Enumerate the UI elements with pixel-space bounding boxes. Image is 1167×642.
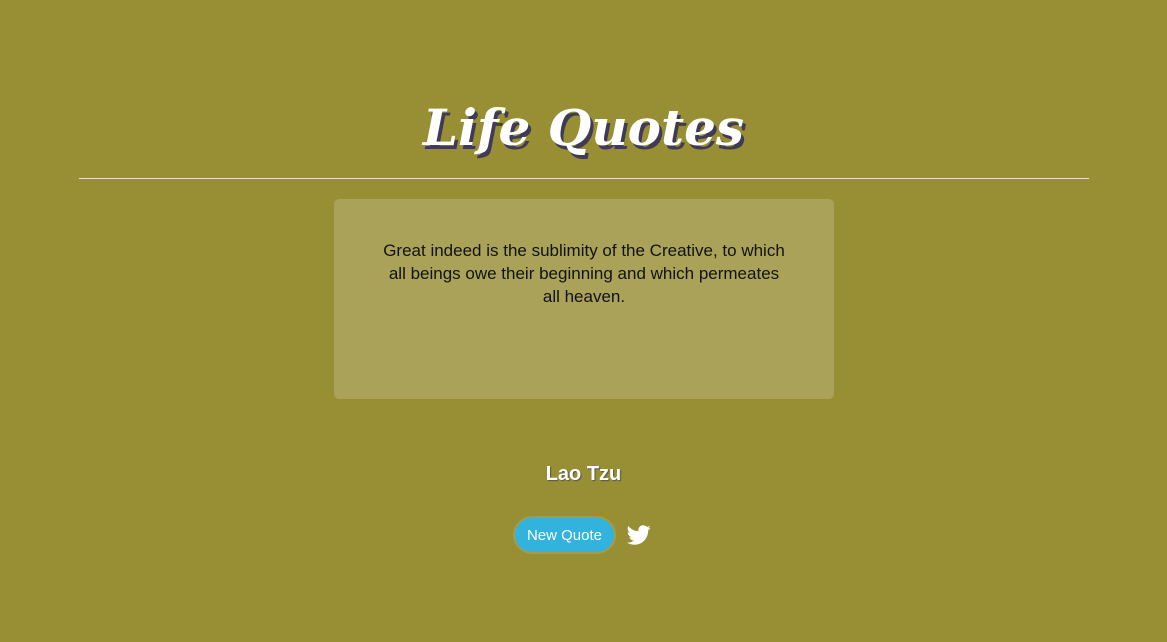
title-divider bbox=[79, 178, 1089, 179]
twitter-icon bbox=[627, 523, 651, 547]
quote-card: Great indeed is the sublimity of the Cre… bbox=[334, 199, 834, 399]
new-quote-button[interactable]: New Quote bbox=[514, 518, 615, 552]
quote-actions: New Quote bbox=[0, 518, 1167, 552]
quote-text: Great indeed is the sublimity of the Cre… bbox=[383, 241, 785, 306]
quote-author: Lao Tzu bbox=[545, 463, 622, 485]
page-title: Life Quotes bbox=[422, 98, 745, 157]
tweet-quote-link[interactable] bbox=[626, 522, 652, 548]
